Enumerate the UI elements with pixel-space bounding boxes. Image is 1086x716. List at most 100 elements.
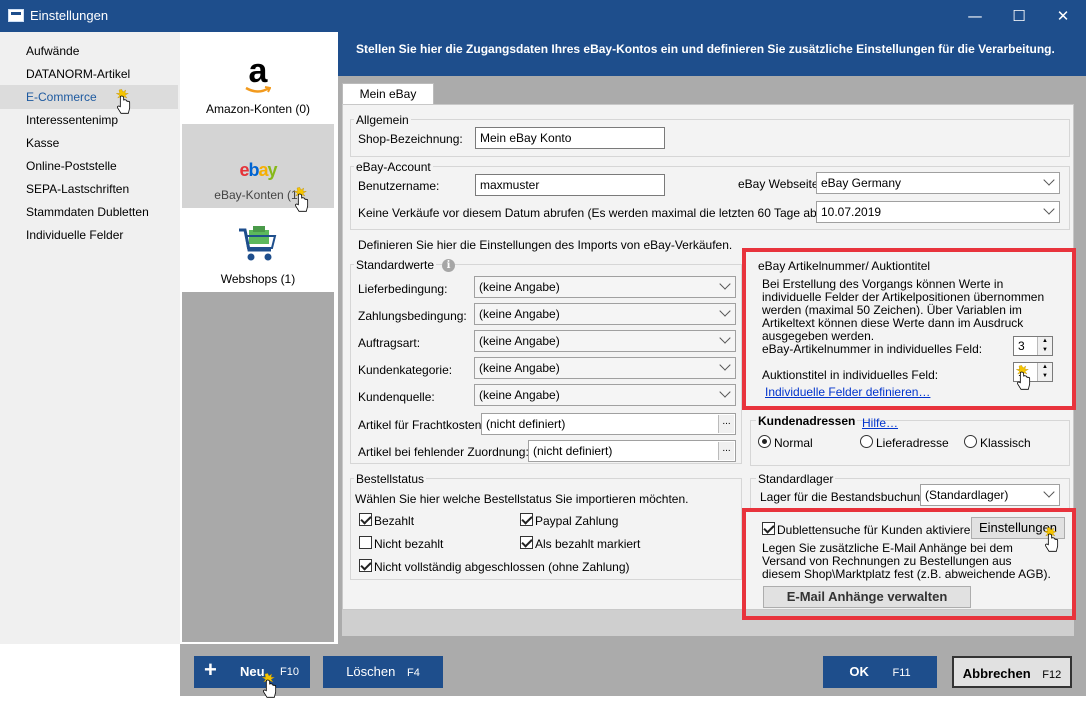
kundenquelle-select[interactable]: (keine Angabe) [474,384,736,406]
lager-select[interactable]: (Standardlager) [920,484,1060,506]
pointer-cursor-icon [115,89,131,114]
chevron-down-icon [719,278,731,290]
spinner-up-icon[interactable]: ▲ [1037,363,1052,372]
kundenadressen-help-link[interactable]: Hilfe… [862,416,898,430]
title-bar: Einstellungen — ☐ ✕ [0,0,1086,32]
ebay-site-label: eBay Webseite: [738,177,822,191]
tab-strip: Mein eBay Konto [340,82,1080,122]
delete-button[interactable]: Löschen F4 [323,656,443,688]
standardlager-title: Standardlager [756,472,836,486]
nav-item-individuelle-felder[interactable]: Individuelle Felder [26,228,123,242]
zuordnung-label: Artikel bei fehlender Zuordnung: [358,445,529,459]
dublettensuche-checkbox[interactable] [762,522,775,535]
minimize-button[interactable]: — [952,0,998,32]
frachtkosten-browse-button[interactable]: ... [718,415,734,433]
delete-button-label: Löschen [346,664,396,679]
auftragsart-label: Auftragsart: [358,336,421,350]
email-attachments-button[interactable]: E-Mail Anhänge verwalten [763,586,971,608]
zuordnung-browse-button[interactable]: ... [718,442,734,460]
nav-item-interessentenimport[interactable]: Interessentenimp [26,113,118,127]
auftragsart-value: (keine Angabe) [479,334,560,348]
artikelnummer-spinner-value: 3 [1018,339,1025,353]
maximize-button[interactable]: ☐ [996,0,1042,32]
amazon-logo-icon: a [248,52,268,90]
artikelnummer-field-label: eBay-Artikelnummer in individuelles Feld… [762,342,983,356]
chevron-down-icon [719,359,731,371]
cancel-button-label: Abbrechen [962,666,1031,681]
zuordnung-field[interactable]: (nicht definiert)... [528,440,736,462]
spinner-down-icon[interactable]: ▼ [1037,346,1052,355]
bezahlt-label: Bezahlt [374,514,415,528]
ebay-logo-icon: ebay [239,160,277,180]
nicht-bezahlt-label: Nicht bezahlt [374,537,444,551]
artikelnummer-spinner[interactable]: 3 ▲ ▼ [1013,336,1053,356]
shopping-cart-icon [239,226,277,261]
lager-value: (Standardlager) [925,488,1009,502]
chevron-down-icon [1043,174,1055,186]
kundenkategorie-select[interactable]: (keine Angabe) [474,357,736,379]
footer-bar [180,644,1086,696]
group-artikelnummer-title: eBay Artikelnummer/ Auktiontitel [756,259,933,273]
group-ebay-account-title: eBay-Account [354,160,433,174]
info-icon[interactable]: i [442,259,455,272]
shop-name-input[interactable]: Mein eBay Konto [475,127,665,149]
zuordnung-value: (nicht definiert) [533,444,613,458]
auftragsart-select[interactable]: (keine Angabe) [474,330,736,352]
artikelnummer-description: Bei Erstellung des Vorgangs können Werte… [762,277,1045,343]
nav-item-kasse[interactable]: Kasse [26,136,59,150]
close-button[interactable]: ✕ [1040,0,1086,32]
radio-normal[interactable] [758,435,771,448]
als-bezahlt-checkbox[interactable] [520,536,533,549]
dublettensuche-label: Dublettensuche für Kunden aktivieren [777,523,978,537]
lieferbedingung-value: (keine Angabe) [479,280,560,294]
radio-klassisch[interactable] [964,435,977,448]
amazon-accounts-label: Amazon-Konten (0) [205,102,311,116]
nav-item-online-poststelle[interactable]: Online-Poststelle [26,159,117,173]
new-button[interactable]: + Neu F10 [194,656,310,688]
pointer-cursor-icon [1043,527,1059,552]
radio-lieferadresse-label: Lieferadresse [876,436,949,450]
ebay-site-select[interactable]: eBay Germany [816,172,1060,194]
amazon-accounts-item[interactable]: a Amazon-Konten (0) [182,32,334,124]
nav-item-stammdaten-dubletten[interactable]: Stammdaten Dubletten [26,205,149,219]
chevron-down-icon [719,386,731,398]
individuelle-felder-link[interactable]: Individuelle Felder definieren… [765,385,930,399]
nav-item-ecommerce[interactable]: E-Commerce [0,85,178,109]
paypal-checkbox[interactable] [520,513,533,526]
kundenquelle-label: Kundenquelle: [358,390,435,404]
frachtkosten-field[interactable]: (nicht definiert)... [481,413,736,435]
nav-item-datanorm[interactable]: DATANORM-Artikel [26,67,130,81]
ok-button[interactable]: OK F11 [823,656,937,688]
ebay-site-value: eBay Germany [821,176,902,190]
group-allgemein-title: Allgemein [354,113,411,127]
account-type-list: a Amazon-Konten (0) ebay eBay-Konten (1)… [182,32,334,642]
date-limit-label: Keine Verkäufe vor diesem Datum abrufen … [358,206,865,220]
zahlungsbedingung-select[interactable]: (keine Angabe) [474,303,736,325]
webshops-label: Webshops (1) [220,272,296,286]
chevron-down-icon [1043,486,1055,498]
username-input[interactable]: maxmuster [475,174,665,196]
spinner-down-icon[interactable]: ▼ [1037,372,1052,381]
app-icon [8,9,24,22]
amazon-smile-icon [245,86,271,93]
nicht-bezahlt-checkbox[interactable] [359,536,372,549]
webshops-item[interactable]: Webshops (1) [182,208,334,292]
tab-mein-ebay-konto[interactable]: Mein eBay Konto [342,83,434,122]
settings-nav: Aufwände DATANORM-Artikel E-Commerce Int… [0,32,180,644]
frachtkosten-label: Artikel für Frachtkosten: [358,418,485,432]
bezahlt-checkbox[interactable] [359,513,372,526]
cancel-button[interactable]: Abbrechen F12 [952,656,1072,688]
info-banner: Stellen Sie hier die Zugangsdaten Ihres … [338,32,1086,76]
radio-lieferadresse[interactable] [860,435,873,448]
date-limit-picker[interactable]: 10.07.2019 [816,201,1060,223]
new-button-key: F10 [280,666,299,678]
lieferbedingung-select[interactable]: (keine Angabe) [474,276,736,298]
nav-item-sepa[interactable]: SEPA-Lastschriften [26,182,129,196]
group-standardwerte-title: Standardwerte [354,258,437,272]
chevron-down-icon [1043,203,1055,215]
delete-button-key: F4 [406,667,420,679]
spinner-up-icon[interactable]: ▲ [1037,337,1052,346]
nicht-vollstaendig-checkbox[interactable] [359,559,372,572]
shop-name-label: Shop-Bezeichnung: [358,132,463,146]
nav-item-aufwaende[interactable]: Aufwände [26,44,79,58]
